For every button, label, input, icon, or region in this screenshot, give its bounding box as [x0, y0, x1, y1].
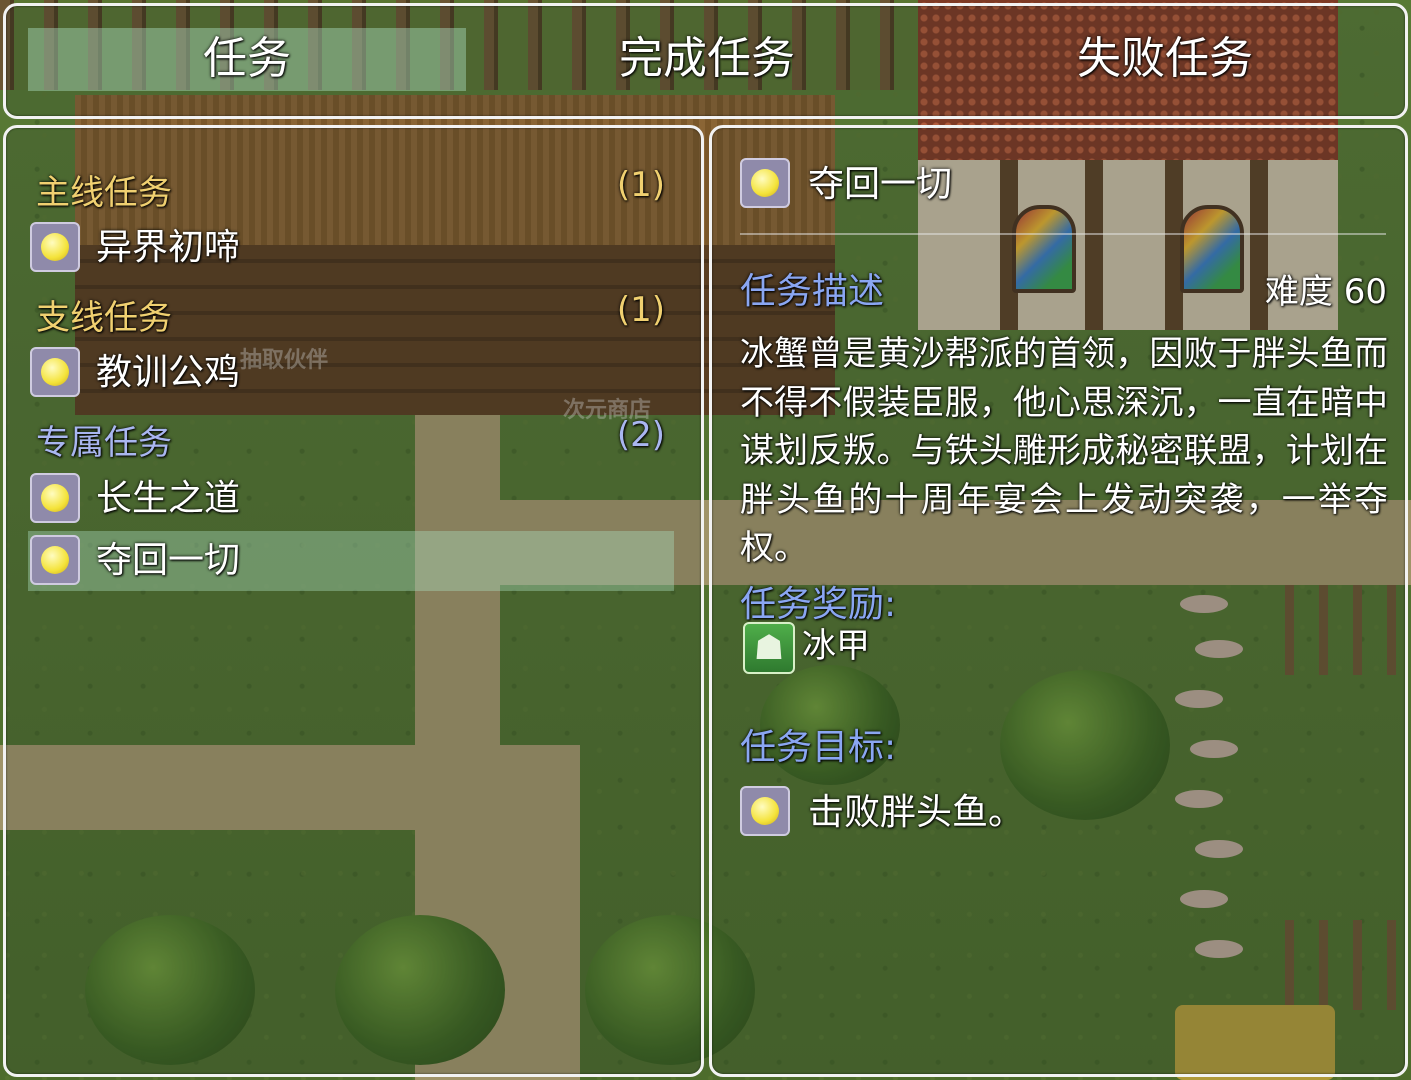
quest-item-exclusive-1[interactable]: 长生之道 [28, 469, 674, 529]
reward-heading: 任务奖励: [740, 584, 897, 625]
quest-item-exclusive-2-selected[interactable]: 夺回一切 [28, 531, 674, 591]
quest-item-side-1[interactable]: 教训公鸡 [28, 343, 674, 403]
quest-item-main-1[interactable]: 异界初啼 [28, 218, 674, 278]
category-exclusive-count: (2) [616, 415, 665, 455]
category-main-label: 主线任务 [36, 173, 172, 213]
armor-icon [743, 622, 795, 674]
yellow-orb-icon [30, 535, 80, 585]
yellow-orb-icon [740, 786, 790, 836]
tab-active-quests[interactable]: 任务 [28, 28, 466, 90]
description-heading: 任务描述 [740, 271, 885, 312]
quest-label: 长生之道 [96, 478, 241, 519]
objective-heading: 任务目标: [740, 727, 897, 768]
category-main-count: (1) [616, 165, 665, 205]
quest-label: 教训公鸡 [96, 352, 241, 393]
quest-label: 异界初啼 [96, 227, 241, 268]
yellow-orb-icon [30, 347, 80, 397]
detail-title: 夺回一切 [808, 164, 953, 205]
category-side-count: (1) [616, 290, 665, 330]
quest-description: 冰蟹曾是黄沙帮派的首领，因败于胖头鱼而不得不假装臣服，他心思深沉，一直在暗中谋划… [740, 334, 1388, 568]
tab-completed-quests[interactable]: 完成任务 [488, 28, 926, 90]
quest-label: 夺回一切 [96, 540, 241, 581]
detail-divider [740, 233, 1386, 235]
yellow-orb-icon [740, 158, 790, 208]
reward-item-label: 冰甲 [802, 626, 870, 666]
category-side-label: 支线任务 [36, 298, 172, 338]
category-exclusive-label: 专属任务 [36, 423, 172, 463]
yellow-orb-icon [30, 473, 80, 523]
difficulty-value: 难度 60 [1264, 272, 1387, 312]
objective-text: 击败胖头鱼。 [808, 792, 1025, 833]
tab-failed-quests[interactable]: 失败任务 [946, 28, 1384, 90]
yellow-orb-icon [30, 222, 80, 272]
